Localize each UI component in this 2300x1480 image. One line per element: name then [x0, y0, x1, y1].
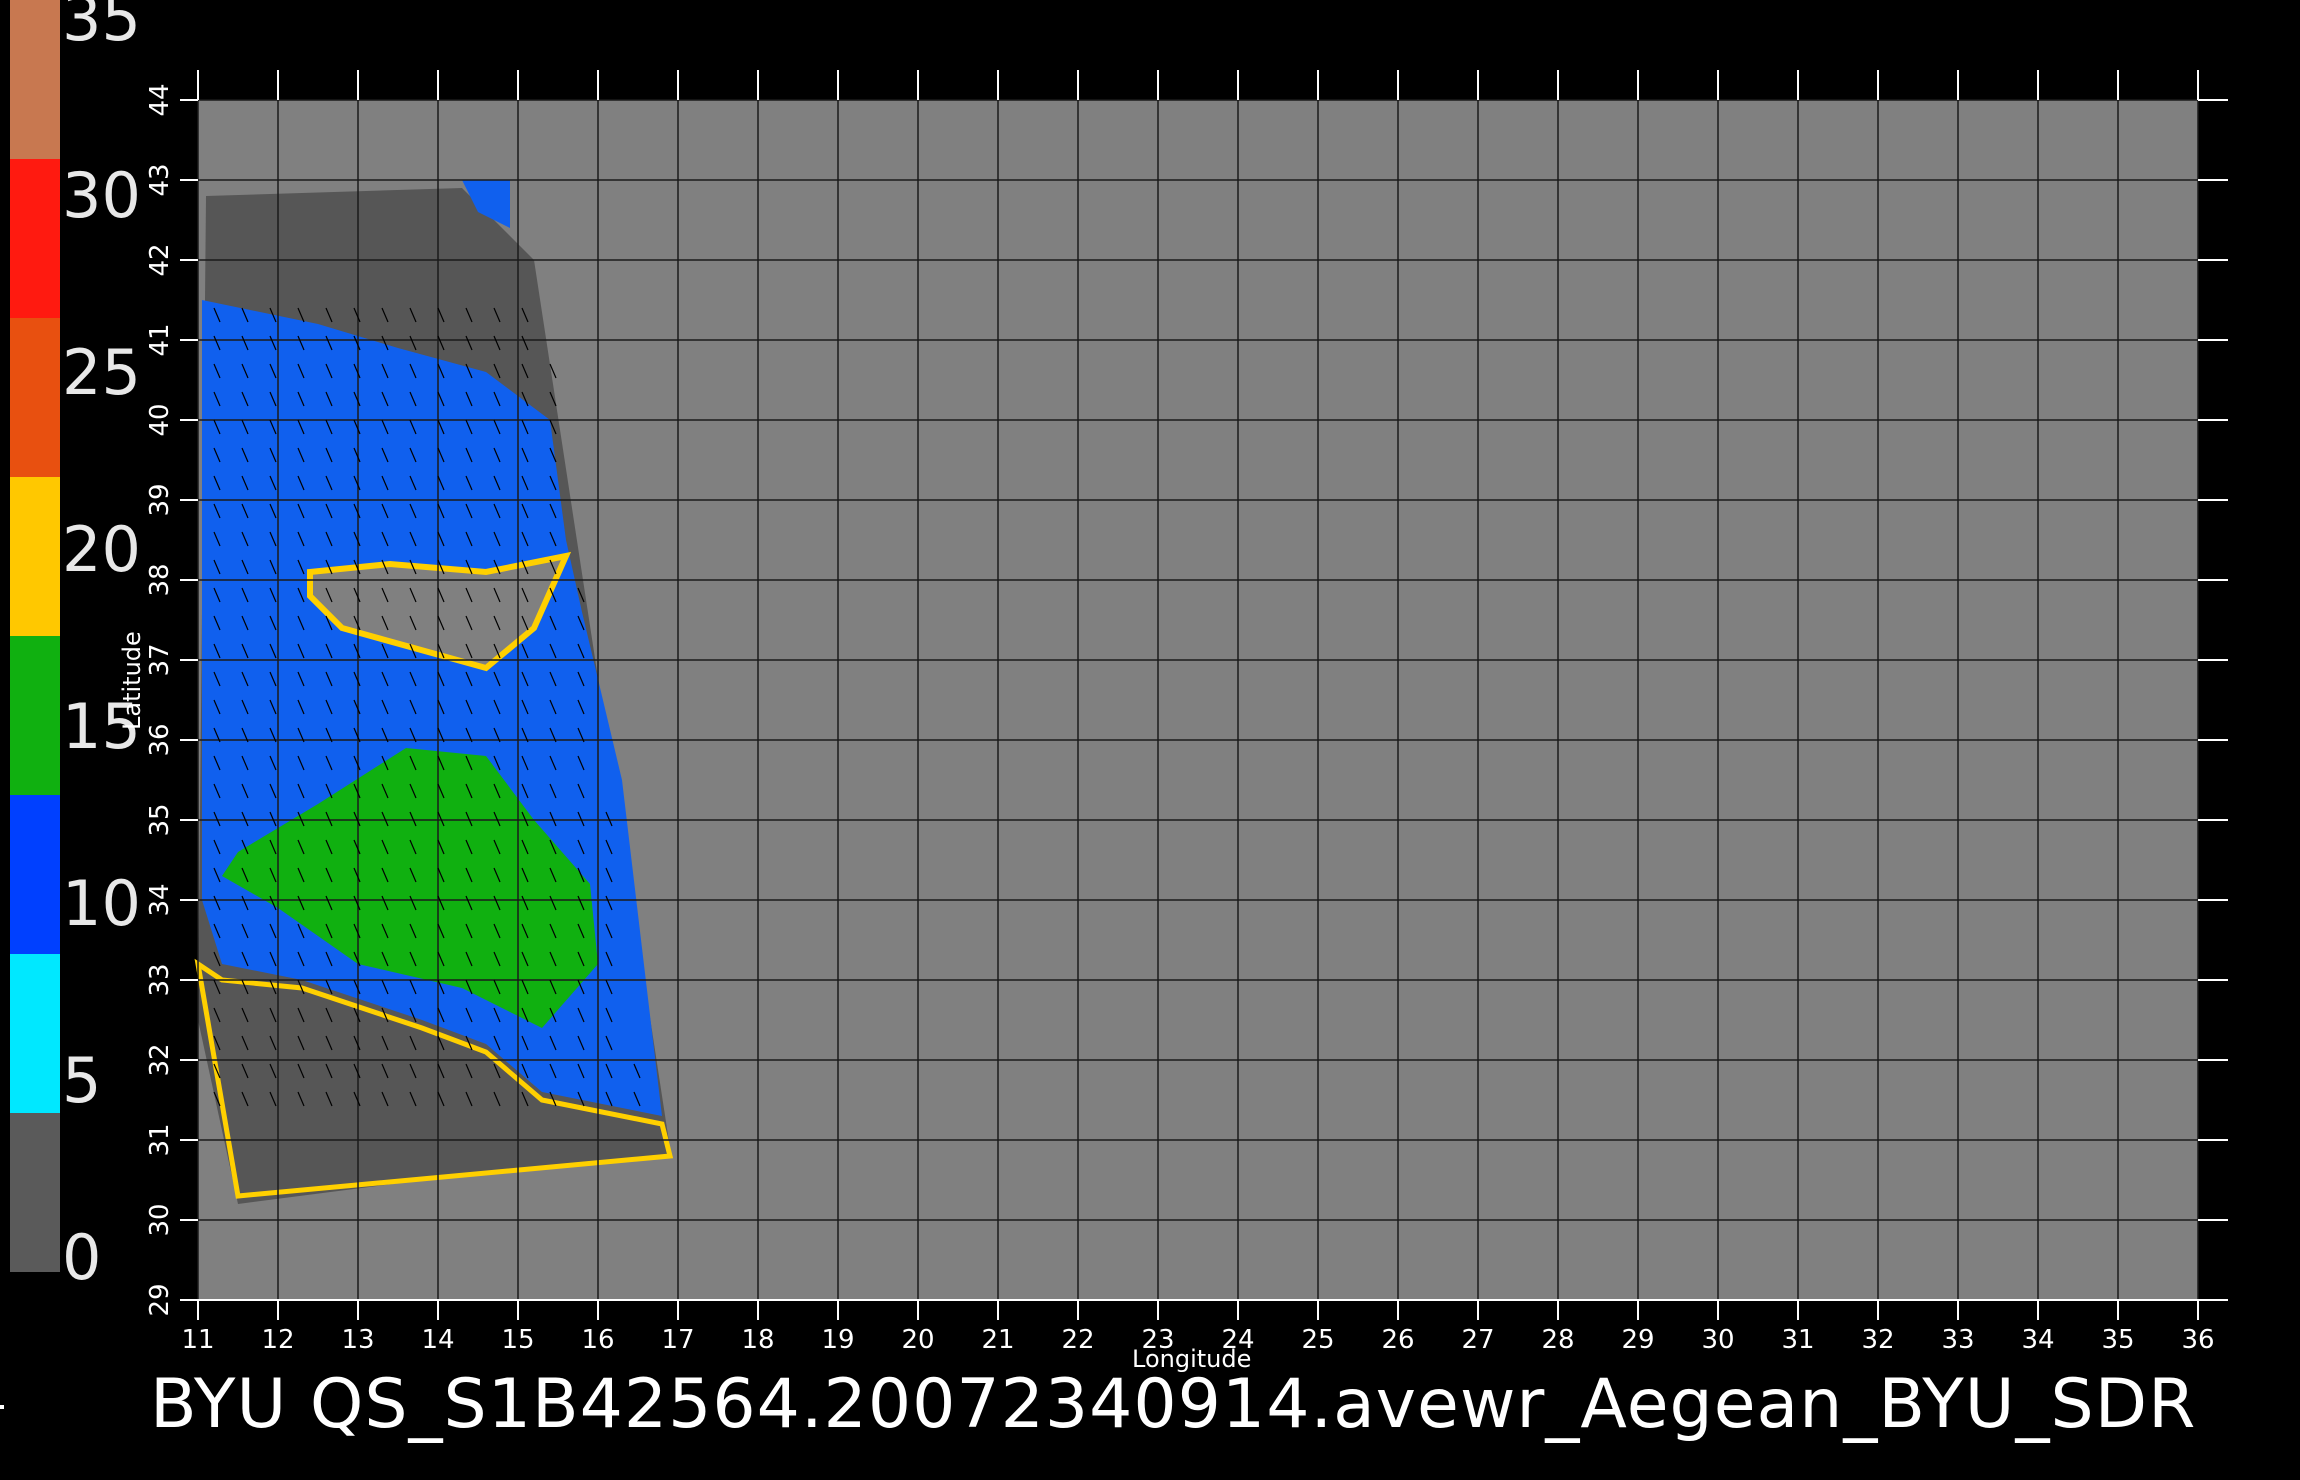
edge-marker: [0, 1405, 4, 1409]
y-tick-label: 42: [145, 243, 175, 276]
x-tick-label: 33: [1941, 1325, 1974, 1355]
y-tick-label: 35: [145, 803, 175, 836]
x-tick-label: 14: [421, 1325, 454, 1355]
x-tick-label: 11: [181, 1325, 214, 1355]
y-tick-label: 29: [145, 1283, 175, 1316]
x-tick-label: 31: [1781, 1325, 1814, 1355]
x-tick-label: 13: [341, 1325, 374, 1355]
y-tick-label: 44: [145, 83, 175, 116]
x-tick-label: 18: [741, 1325, 774, 1355]
x-tick-label: 29: [1621, 1325, 1654, 1355]
y-tick-label: 37: [145, 643, 175, 676]
x-tick-label: 20: [901, 1325, 934, 1355]
x-tick-label: 16: [581, 1325, 614, 1355]
y-tick-label: 36: [145, 723, 175, 756]
y-tick-label: 43: [145, 163, 175, 196]
latitude-axis-title: Latitude: [118, 631, 146, 730]
x-tick-label: 17: [661, 1325, 694, 1355]
x-tick-label: 21: [981, 1325, 1014, 1355]
x-tick-label: 27: [1461, 1325, 1494, 1355]
x-tick-label: 30: [1701, 1325, 1734, 1355]
y-tick-label: 31: [145, 1123, 175, 1156]
y-tick-label: 41: [145, 323, 175, 356]
x-tick-label: 25: [1301, 1325, 1334, 1355]
latitude-tick-labels: 29 30 31 32 33 34 35 36 37 38 39 40 41 42 43 44: [145, 83, 175, 1316]
image-caption: BYU QS_S1B42564.20072340914.avewr_Aegean…: [150, 1365, 2197, 1444]
y-tick-label: 40: [145, 403, 175, 436]
y-tick-label: 39: [145, 483, 175, 516]
x-tick-label: 28: [1541, 1325, 1574, 1355]
y-tick-label: 38: [145, 563, 175, 596]
x-tick-label: 19: [821, 1325, 854, 1355]
x-tick-label: 26: [1381, 1325, 1414, 1355]
x-tick-label: 12: [261, 1325, 294, 1355]
x-tick-label: 32: [1861, 1325, 1894, 1355]
x-tick-label: 35: [2101, 1325, 2134, 1355]
wind-map: 11 12 13 14 15 16 17 18 19 20 21 22 23 24 25 26 27 28 29 30…: [145, 70, 2228, 1355]
x-tick-label: 15: [501, 1325, 534, 1355]
x-tick-label: 34: [2021, 1325, 2054, 1355]
y-tick-label: 30: [145, 1203, 175, 1236]
y-tick-label: 32: [145, 1043, 175, 1076]
y-tick-label: 33: [145, 963, 175, 996]
x-tick-label: 22: [1061, 1325, 1094, 1355]
y-tick-label: 34: [145, 883, 175, 916]
x-tick-label: 36: [2181, 1325, 2214, 1355]
